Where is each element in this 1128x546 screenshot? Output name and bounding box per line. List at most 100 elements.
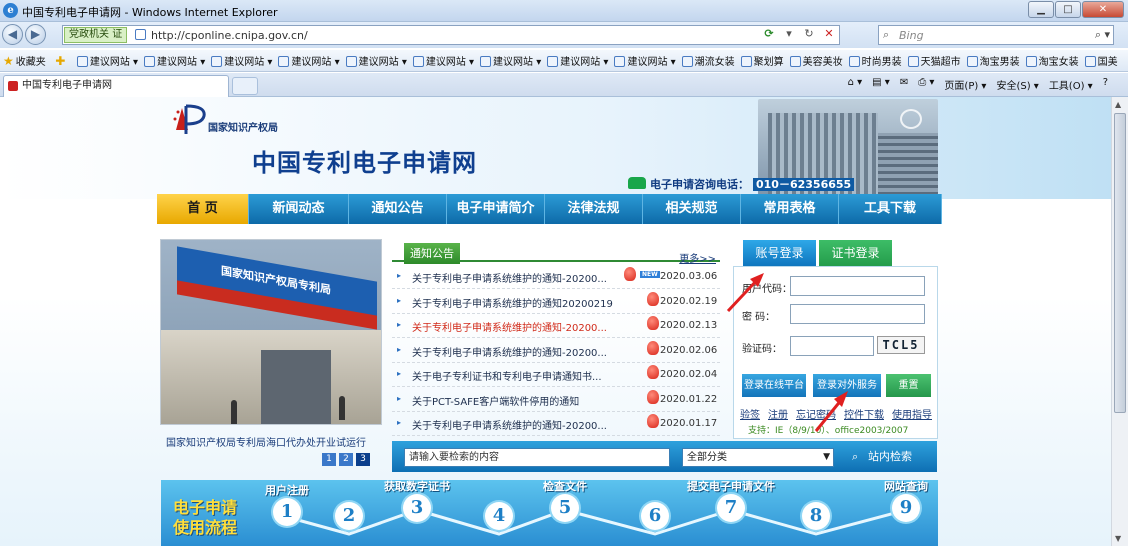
vertical-scrollbar[interactable]: ▲ ▼ [1111,97,1128,546]
nav-item-0[interactable]: 首 页 [157,194,249,224]
more-link[interactable]: 更多>> [679,250,716,265]
notice-title[interactable]: 关于专利电子申请系统维护的通知-20200... [412,344,607,359]
login-link[interactable]: 验签 [740,406,760,421]
news-photo[interactable]: 国家知识产权局专利局 [160,239,382,425]
url-field[interactable]: http://cponline.cnipa.gov.cn/ [151,29,308,42]
captcha-input[interactable] [790,336,874,356]
notice-date: 2020.03.06 [660,271,718,282]
favorite-link[interactable]: 建议网站 ▾ [74,53,141,71]
tab-account-login[interactable]: 账号登录 [743,240,816,267]
notice-title[interactable]: 关于专利电子申请系统维护的通知-20200... [412,319,607,334]
favorite-link[interactable]: 建议网站 ▾ [611,53,678,71]
refresh-icon[interactable]: ↻ [801,27,817,40]
favorite-link[interactable]: 建议网站 ▾ [275,53,342,71]
nav-item-2[interactable]: 通知公告 [349,194,447,224]
scrollbar-thumb[interactable] [1114,113,1126,413]
keyword-input[interactable]: 请输入要检索的内容 [404,448,670,467]
dropdown-arrow-icon[interactable]: ▾ [781,27,797,40]
photo-page-button[interactable]: 2 [339,453,353,466]
tools-menu[interactable]: 工具(O) ▾ [1049,77,1093,92]
notice-item[interactable]: ▸ 关于PCT-SAFE客户端软件停用的通知 2020.01.22 [392,388,720,412]
photo-page-button[interactable]: 3 [356,453,370,466]
login-link[interactable]: 注册 [768,406,788,421]
nav-item-3[interactable]: 电子申请简介 [447,194,545,224]
compat-view-icon[interactable]: ⟳ [761,27,777,40]
nav-item-5[interactable]: 相关规范 [643,194,741,224]
stop-icon[interactable]: ✕ [821,27,837,40]
notice-item[interactable]: ▸ 关于专利电子申请系统维护的通知-20200... 2020.01.17 [392,412,720,436]
favorite-link[interactable]: 建议网站 ▾ [477,53,544,71]
usage-flow-banner[interactable]: 电子申请 使用流程 用户注册 1 2 获取数字证书 3 4 检查文件 5 6 提交电子申请文件 7 8 网… [161,480,938,546]
forward-button[interactable]: ▶ [25,24,46,45]
help-menu[interactable]: ? [1103,77,1108,92]
category-select[interactable]: 全部分类 ▼ [682,448,834,467]
address-box[interactable]: 党政机关 证 http://cponline.cnipa.gov.cn/ ⟳ ▾… [62,25,840,45]
favorite-link[interactable]: 聚划算 [738,53,787,71]
flow-step[interactable]: 6 [611,502,699,530]
notice-title[interactable]: 关于专利电子申请系统维护的通知-20200... [412,270,607,285]
print-icon[interactable]: ⎙ ▾ [918,77,934,92]
favorites-button[interactable]: ★ 收藏夹 [0,51,49,71]
notice-item[interactable]: ▸ 关于专利电子申请系统维护的通知-20200... 2020.02.13 [392,314,720,338]
flow-step[interactable]: 8 [772,502,860,530]
favorite-link[interactable]: 建议网站 ▾ [544,53,611,71]
chevron-down-icon: ▾ [264,57,273,68]
captcha-image[interactable]: TCL5 [877,336,925,354]
favorite-link[interactable]: 时尚男装 [846,53,905,71]
nav-item-4[interactable]: 法律法规 [545,194,643,224]
tab-favicon [8,81,18,91]
favorite-link[interactable]: 建议网站 ▾ [208,53,275,71]
notice-tab[interactable]: 通知公告 [404,243,460,264]
nav-item-1[interactable]: 新闻动态 [249,194,349,224]
favorite-page-icon [907,56,919,67]
bullet-icon: ▸ [397,418,402,427]
compat-badge[interactable]: 党政机关 证 [64,27,128,43]
bing-search-input[interactable]: ⌕ Bing ⌕ ▾ [878,25,1114,45]
notice-item[interactable]: ▸ 关于电子专利证书和专利电子申请通知书... 2020.02.04 [392,363,720,387]
add-favorite-icon[interactable]: ✚ [52,51,70,71]
tab-certificate-login[interactable]: 证书登录 [819,240,892,267]
notice-title[interactable]: 关于专利电子申请系统维护的通知20200219 [412,295,613,310]
photo-page-button[interactable]: 1 [322,453,336,466]
notice-title[interactable]: 关于PCT-SAFE客户端软件停用的通知 [412,393,579,408]
favorite-link[interactable]: 淘宝女装 [1023,53,1082,71]
flow-step[interactable]: 提交电子申请文件 7 [687,480,775,522]
mail-icon[interactable]: ✉ [900,77,908,92]
back-button[interactable]: ◀ [2,24,23,45]
favorite-link[interactable]: 建议网站 ▾ [343,53,410,71]
close-window-button[interactable]: ✕ [1082,1,1124,18]
favorite-link[interactable]: 天猫超市 [905,53,964,71]
favorite-link[interactable]: 潮流女装 [679,53,738,71]
flow-step[interactable]: 获取数字证书 3 [373,480,461,522]
search-go-icon[interactable]: ⌕ ▾ [1095,28,1110,42]
favorite-link[interactable]: 建议网站 ▾ [410,53,477,71]
flow-step[interactable]: 检查文件 5 [521,480,609,522]
flow-step[interactable]: 网站查询 9 [862,480,938,522]
maximize-button[interactable]: □ [1055,1,1081,18]
user-code-input[interactable] [790,276,925,296]
new-tab-button[interactable] [232,77,258,95]
tab-active[interactable]: 中国专利电子申请网 [3,75,229,97]
notice-title[interactable]: 关于电子专利证书和专利电子申请通知书... [412,368,602,383]
nav-item-7[interactable]: 工具下载 [839,194,942,224]
favorite-link[interactable]: 建议网站 ▾ [141,53,208,71]
safety-menu[interactable]: 安全(S) ▾ [996,77,1038,92]
favorite-link[interactable]: 淘宝男装 [964,53,1023,71]
reset-button[interactable]: 重置 [886,374,931,397]
page-menu[interactable]: 页面(P) ▾ [944,77,986,92]
password-input[interactable] [790,304,925,324]
site-search-button[interactable]: ⌕ 站内检索 [848,447,930,467]
notice-item[interactable]: ▸ 关于专利电子申请系统维护的通知-20200... 2020.02.06 [392,339,720,363]
login-online-platform-button[interactable]: 登录在线平台 [742,374,806,397]
notice-item[interactable]: ▸ 关于专利电子申请系统维护的通知-20200... NEW 2020.03.06 [392,265,720,289]
favorite-link[interactable]: 美容美妆 [787,53,846,71]
notice-item[interactable]: ▸ 关于专利电子申请系统维护的通知20200219 2020.02.19 [392,290,720,314]
notice-title[interactable]: 关于专利电子申请系统维护的通知-20200... [412,417,607,432]
favorite-link[interactable]: 国美 [1082,53,1121,71]
feeds-icon[interactable]: ▤ ▾ [872,77,890,92]
minimize-button[interactable]: ▁ [1028,1,1054,18]
photo-caption[interactable]: 国家知识产权局专利局海口代办处开业试运行 [166,434,366,449]
nav-item-6[interactable]: 常用表格 [741,194,839,224]
login-link[interactable]: 使用指导 [892,406,932,421]
home-icon[interactable]: ⌂ ▾ [848,77,863,92]
